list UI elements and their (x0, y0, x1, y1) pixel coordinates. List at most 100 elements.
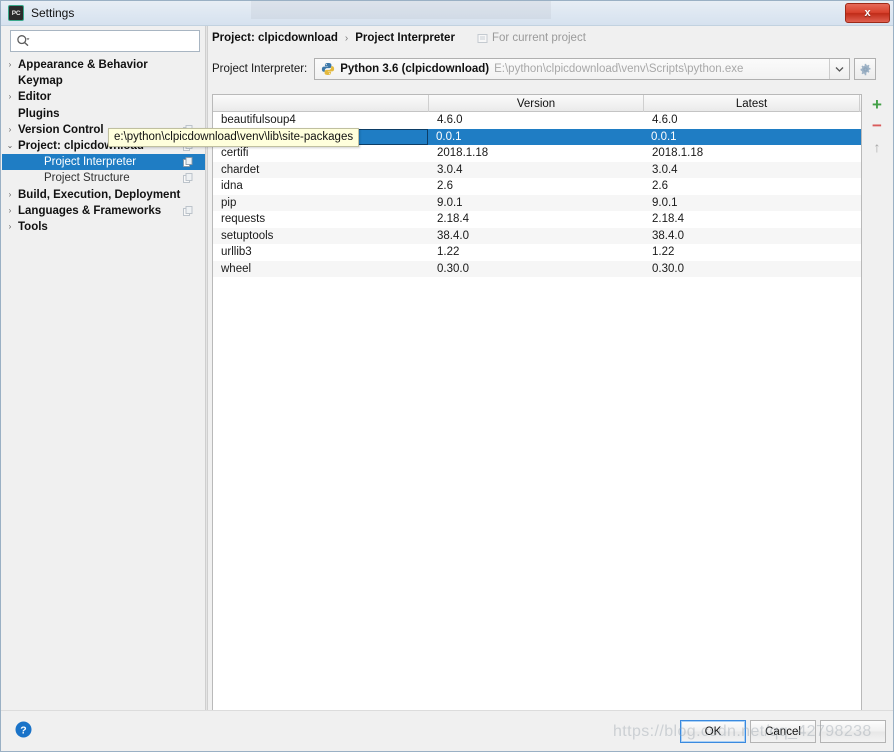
sidebar-item-label: Keymap (18, 75, 63, 88)
table-row[interactable]: setuptools 38.4.0 38.4.0 (213, 227, 861, 244)
sidebar-item-plugins[interactable]: Plugins (2, 106, 205, 122)
table-row[interactable]: pip 9.0.1 9.0.1 (213, 194, 861, 211)
chevron-right-icon[interactable]: › (2, 125, 18, 134)
package-latest-cell: 2.18.4 (652, 213, 684, 226)
python-logo-icon (321, 62, 335, 76)
packages-table: Version Latest beautifulsoup4 4.6.0 4.6.0b… (212, 94, 862, 729)
breadcrumb-page: Project Interpreter (355, 32, 455, 44)
title-bar: Settings x (1, 1, 893, 26)
column-header-latest[interactable]: Latest (644, 95, 860, 112)
scope-label: For current project (491, 32, 586, 44)
package-name-cell: beautifulsoup4 (221, 114, 296, 127)
package-version-cell: 2.18.4 (437, 213, 469, 226)
help-question-icon[interactable]: ? (15, 721, 32, 738)
ok-button[interactable]: OK (680, 720, 746, 743)
package-name-cell: chardet (221, 163, 260, 176)
remove-package-button[interactable]: − (866, 115, 888, 136)
pycharm-pc-icon (8, 5, 24, 21)
column-header-version[interactable]: Version (429, 95, 644, 112)
package-name-cell: urllib3 (221, 246, 252, 259)
search-input[interactable] (30, 32, 190, 50)
copy-config-icon (183, 173, 193, 184)
chevron-right-icon[interactable]: › (2, 222, 18, 231)
close-icon: x (864, 7, 871, 19)
table-row[interactable]: beautifulsoup4 4.6.0 4.6.0 (213, 112, 861, 129)
package-version-cell: 2.6 (437, 180, 453, 193)
package-latest-cell: 0.30.0 (652, 262, 684, 275)
table-row[interactable]: urllib3 1.22 1.22 (213, 244, 861, 261)
sidebar-item-label: Build, Execution, Deployment (18, 188, 181, 201)
search-box[interactable] (10, 30, 200, 52)
table-row[interactable]: requests 2.18.4 2.18.4 (213, 211, 861, 228)
chevron-down-icon[interactable]: ⌄ (2, 142, 18, 150)
interpreter-path: E:\python\clpicdownload\venv\Scripts\pyt… (494, 63, 744, 75)
package-name-cell: setuptools (221, 229, 274, 242)
table-row[interactable]: wheel 0.30.0 0.30.0 (213, 260, 861, 277)
sidebar-item-editor[interactable]: › Editor (2, 89, 205, 105)
dialog-body: › Appearance & Behavior Keymap › Editor Plugi… (1, 26, 893, 729)
close-button[interactable]: x (845, 3, 890, 23)
interpreter-name: Python 3.6 (clpicdownload) (340, 63, 490, 75)
sidebar-item-label: Project Interpreter (44, 156, 137, 169)
module-icon (477, 33, 488, 44)
chevron-right-icon[interactable]: › (2, 190, 18, 199)
breadcrumb-separator: › (344, 32, 349, 44)
sidebar-item-keymap[interactable]: Keymap (2, 73, 205, 89)
breadcrumb: Project: clpicdownload › Project Interpr… (212, 32, 586, 44)
copy-config-icon (183, 205, 193, 216)
sidebar-item-project-structure[interactable]: Project Structure (2, 170, 205, 186)
sidebar-item-label: Appearance & Behavior (18, 59, 148, 72)
add-package-button[interactable]: + (866, 94, 888, 115)
sidebar-item-languages-frameworks[interactable]: › Languages & Frameworks (2, 203, 205, 219)
package-version-cell: 3.0.4 (437, 163, 463, 176)
upgrade-package-button: ↑ (873, 138, 881, 155)
package-name-cell: wheel (221, 262, 252, 275)
package-latest-cell: 3.0.4 (652, 163, 678, 176)
interpreter-combobox[interactable]: Python 3.6 (clpicdownload) E:\python\clp… (314, 58, 851, 80)
sidebar-item-build-execution-deployment[interactable]: › Build, Execution, Deployment (2, 187, 205, 203)
sidebar-item-label: Languages & Frameworks (18, 204, 162, 217)
table-row[interactable]: idna 2.6 2.6 (213, 178, 861, 195)
package-version-cell: 2018.1.18 (437, 147, 489, 160)
package-version-cell: 0.30.0 (437, 262, 469, 275)
packages-toolbar: + − ↑ (864, 94, 890, 194)
package-version-cell: 38.4.0 (437, 229, 469, 242)
path-tooltip: e:\python\clpicdownload\venv\lib\site-pa… (108, 128, 360, 147)
package-version-cell: 1.22 (437, 246, 460, 259)
sidebar-item-label: Plugins (18, 107, 60, 120)
interpreter-row: Project Interpreter: Python 3.6 (clpicdo… (212, 57, 890, 81)
sidebar-item-project-interpreter[interactable]: Project Interpreter (2, 154, 205, 171)
chevron-right-icon[interactable]: › (2, 206, 18, 215)
sidebar-item-appearance-behavior[interactable]: › Appearance & Behavior (2, 57, 205, 73)
package-latest-cell: 0.0.1 (651, 130, 677, 143)
settings-dialog-window: Settings x ›Appearance & BehaviorKeymap›… (0, 0, 894, 752)
chevron-right-icon[interactable]: › (2, 93, 18, 101)
packages-area: Version Latest beautifulsoup4 4.6.0 4.6.0b… (212, 94, 890, 729)
copy-config-icon (183, 157, 193, 168)
package-name-cell: pip (221, 196, 237, 209)
search-icon (16, 34, 30, 48)
cancel-button-label: Cancel (765, 725, 801, 738)
package-name-cell: requests (221, 213, 266, 226)
svg-text:?: ? (20, 724, 26, 736)
breadcrumb-project[interactable]: Project: clpicdownload (212, 32, 338, 44)
package-latest-cell: 4.6.0 (652, 114, 678, 127)
cancel-button[interactable]: Cancel (750, 720, 816, 743)
packages-table-header: Version Latest (213, 95, 861, 112)
package-name-cell: idna (221, 180, 243, 193)
gear-icon[interactable] (854, 58, 877, 80)
package-latest-cell: 38.4.0 (652, 229, 684, 242)
column-header-name[interactable] (213, 95, 429, 112)
package-version-cell: 9.0.1 (437, 196, 463, 209)
sidebar-item-tools[interactable]: › Tools (2, 219, 205, 235)
table-row[interactable]: chardet 3.0.4 3.0.4 (213, 161, 861, 178)
sidebar-item-label: Editor (18, 91, 52, 104)
chevron-down-icon[interactable] (829, 59, 850, 79)
package-latest-cell: 2018.1.18 (652, 147, 704, 160)
ok-button-label: OK (704, 725, 722, 738)
sidebar-item-label: Project Structure (44, 172, 130, 185)
scope-indicator: For current project (477, 32, 586, 44)
chevron-right-icon[interactable]: › (2, 61, 18, 69)
table-row[interactable]: certifi 2018.1.18 2018.1.18 (213, 145, 861, 162)
package-latest-cell: 1.22 (652, 246, 675, 259)
